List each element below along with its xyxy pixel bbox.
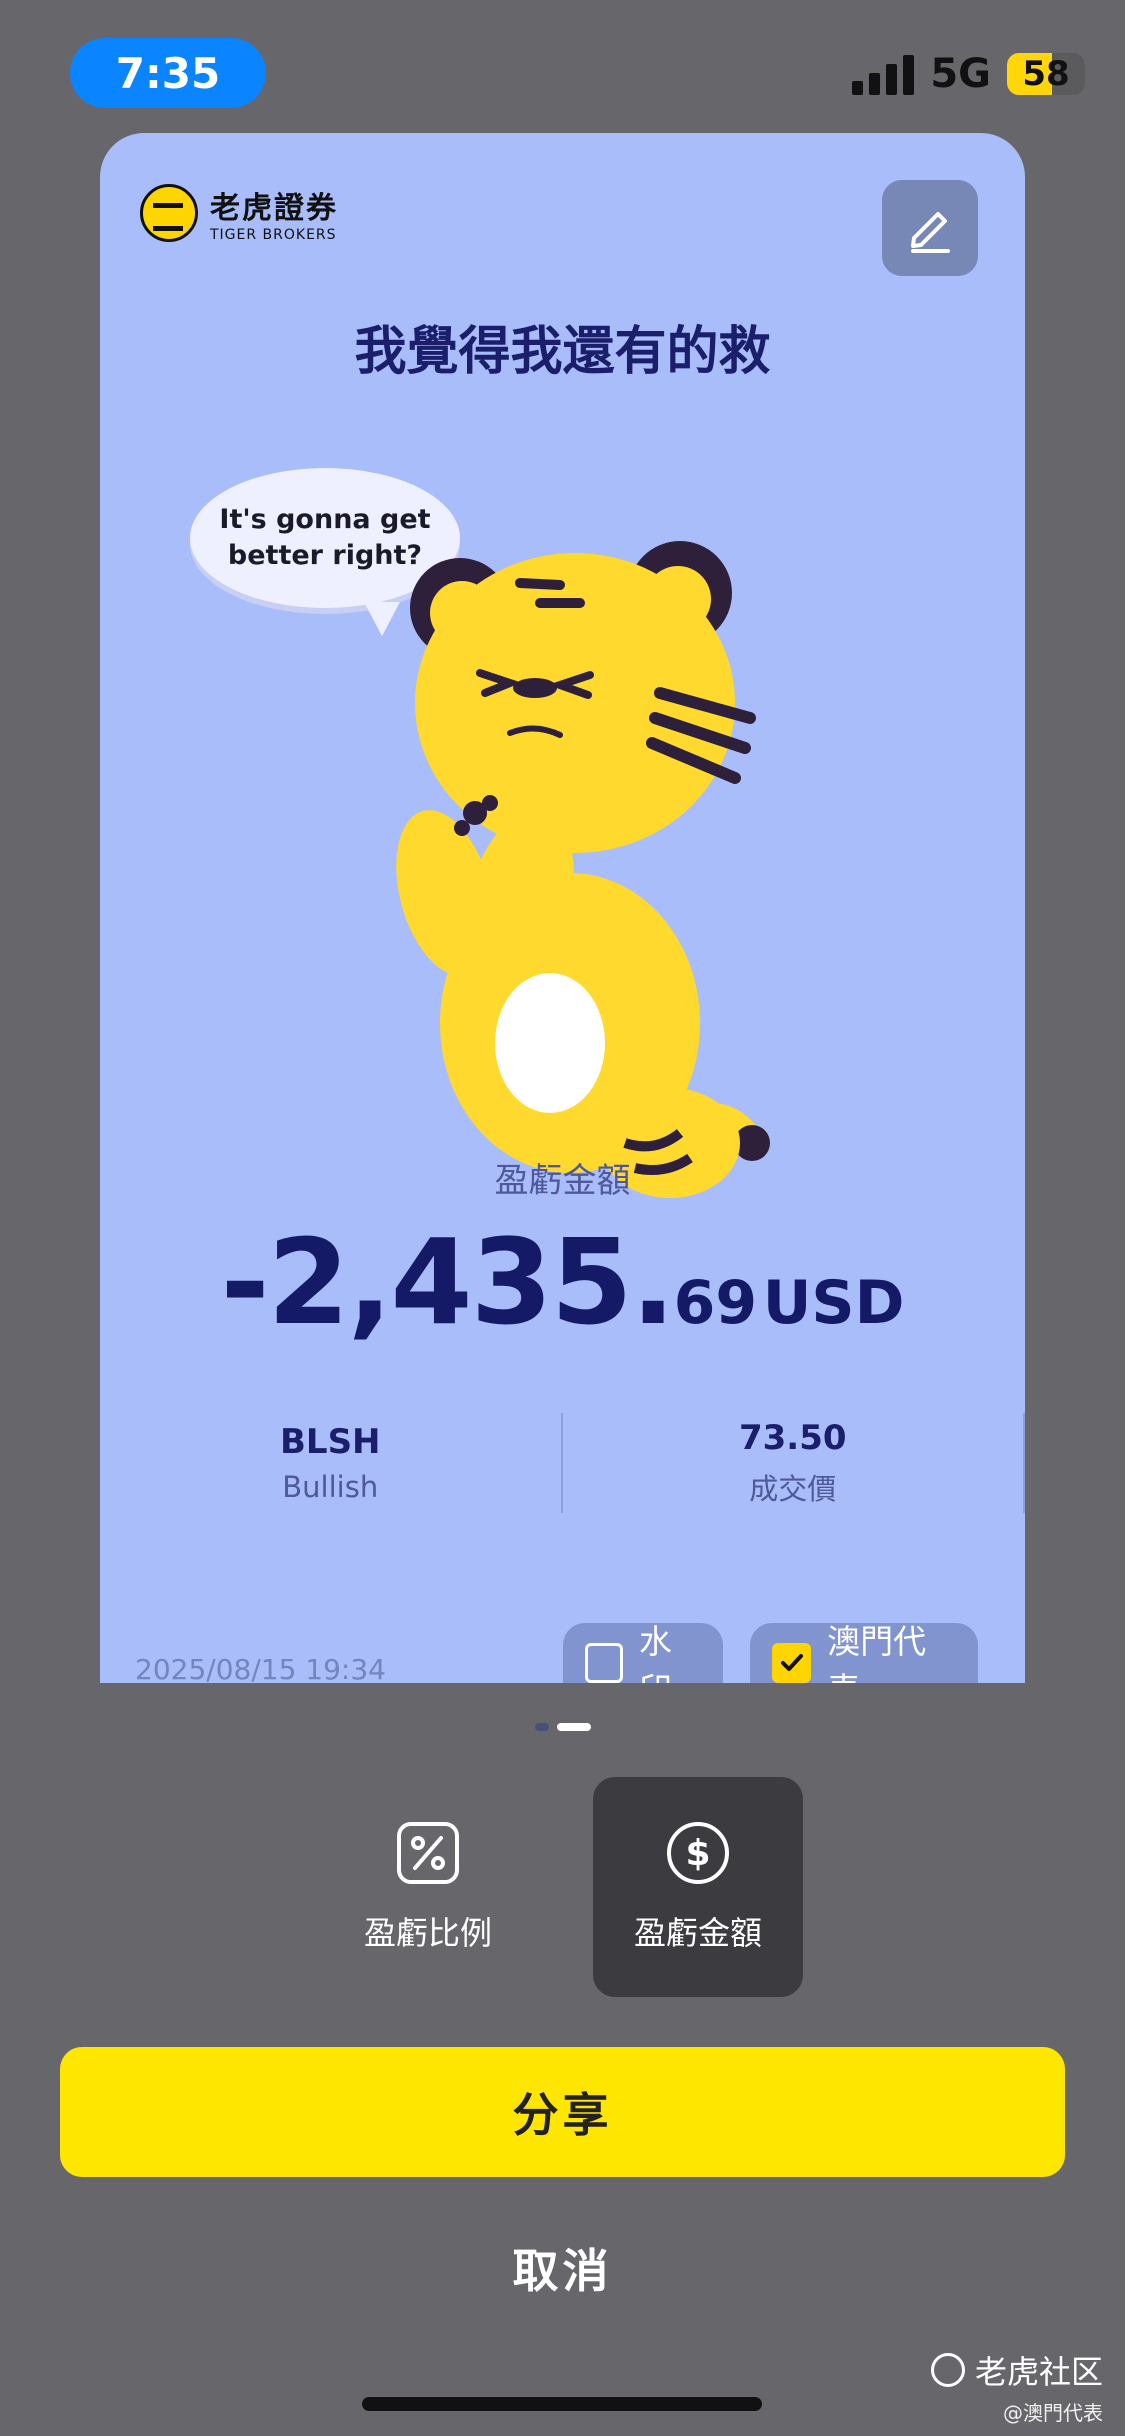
edit-pencil-icon [911,212,950,253]
edit-button[interactable] [882,180,978,276]
stat-price-label: 成交價 [749,1472,837,1506]
logo-name-cn: 老虎證券 [210,191,338,226]
card-title: 我覺得我還有的救 [354,322,771,382]
page-dot [534,1723,549,1731]
watermark-checkbox-icon [585,1643,623,1683]
tiger-logo-icon [140,184,198,242]
status-time: 7:35 [70,38,266,108]
share-card: 老虎證券 TIGER BROKERS 我覺得我還有的救 It's gonna g… [100,133,1025,1683]
page-indicator [0,1723,1125,1731]
mode-pl-amount[interactable]: $ 盈虧金額 [593,1777,803,1997]
pl-currency: USD [762,1268,905,1338]
tiger-brokers-logo: 老虎證券 TIGER BROKERS [140,183,338,243]
stat-symbol-value: BLSH [279,1422,381,1462]
mode-pl-amount-label: 盈虧金額 [633,1914,762,1952]
page-dot-active [556,1723,591,1731]
pl-amount-decimal: 69 [673,1268,758,1338]
tiger-mascot-illustration [396,541,770,1198]
macau-rep-label: 澳門代表 [827,1622,927,1683]
stat-price-value: 73.50 [738,1418,847,1458]
timestamp: 2025/08/15 19:34 [135,1653,386,1683]
status-indicators: 5G 58 [852,46,1085,102]
signal-icon [852,53,915,95]
share-button[interactable]: 分享 [60,2047,1065,2177]
svg-text:$: $ [685,1833,710,1874]
checkmark-icon [772,1643,812,1683]
watermark-toggle[interactable]: 水印 [563,1622,723,1683]
trade-stats: BLSH Bullish 73.50 成交價 [100,1413,1025,1513]
percent-icon [397,1822,459,1884]
watermark-label: 水印 [638,1622,672,1683]
logo-name-en: TIGER BROKERS [210,227,337,243]
home-indicator [362,2397,762,2411]
network-type: 5G [930,51,991,97]
author-handle: @澳門代表 [1003,2401,1103,2425]
stat-symbol-name: Bullish [282,1470,379,1504]
dollar-icon: $ [667,1822,729,1884]
pl-amount-integer: -2,435. [220,1213,676,1351]
community-name: 老虎社区 [974,2353,1103,2391]
stat-price: 73.50 成交價 [563,1413,1025,1513]
macau-rep-toggle[interactable]: 澳門代表 [750,1622,978,1683]
battery-icon: 58 [1007,53,1085,95]
pl-amount-value: -2,435.69 USD [100,1213,1025,1351]
pl-amount-label: 盈虧金額 [494,1161,631,1201]
battery-level: 58 [1022,54,1070,94]
community-watermark: 老虎社区 [930,2347,1103,2393]
cancel-button[interactable]: 取消 [0,2235,1125,2301]
mode-pl-ratio-label: 盈虧比例 [363,1914,492,1952]
mode-pl-ratio[interactable]: 盈虧比例 [323,1777,533,1997]
stat-symbol: BLSH Bullish [100,1413,563,1513]
tiger-community-icon [930,2353,965,2387]
